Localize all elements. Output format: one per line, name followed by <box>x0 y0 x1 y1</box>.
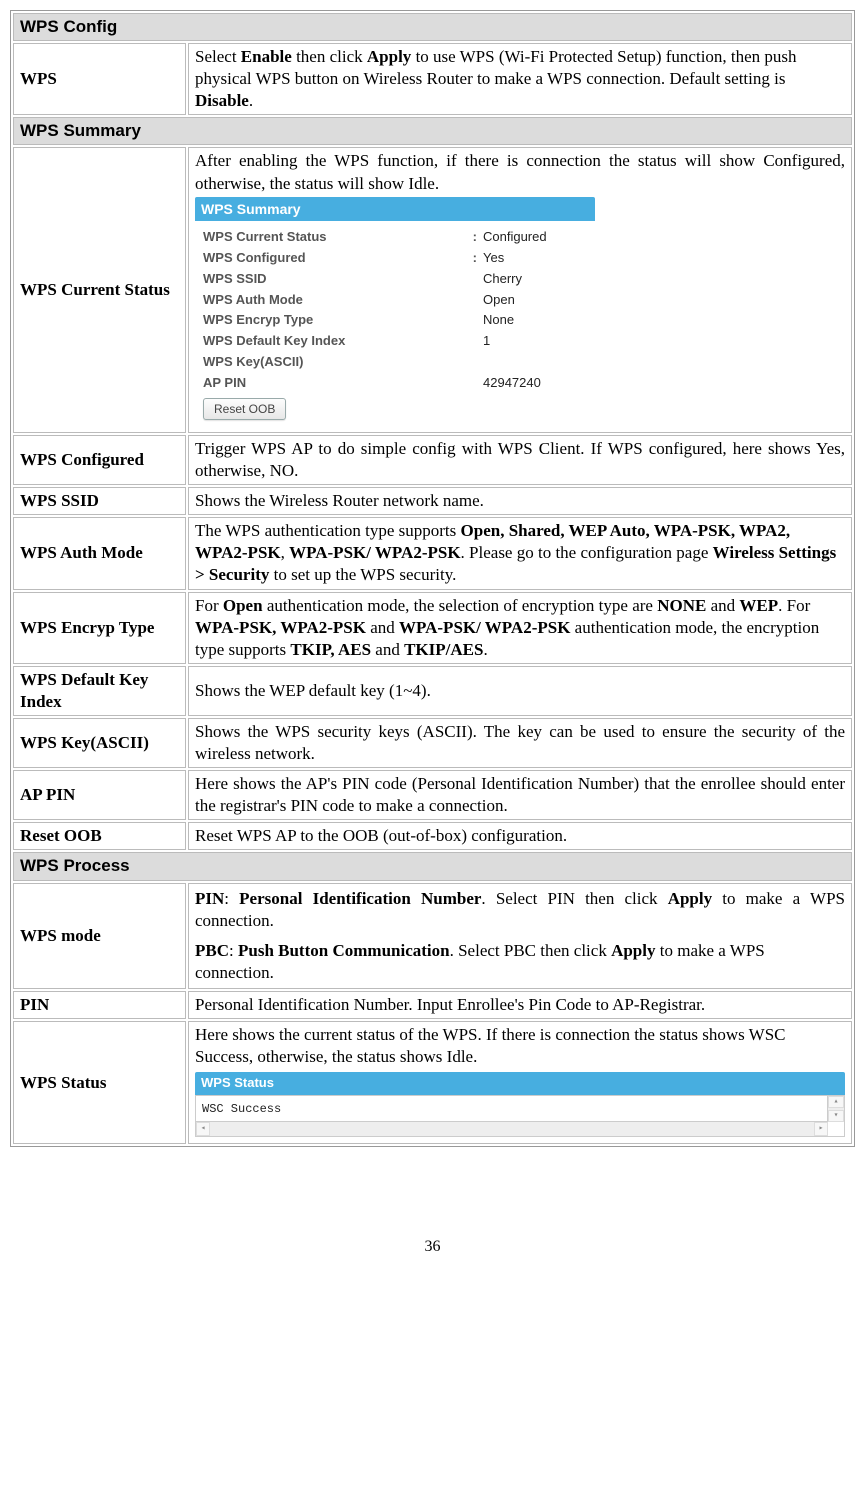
panel-value: 42947240 <box>483 375 541 392</box>
wps-status-intro: Here shows the current status of the WPS… <box>195 1024 845 1068</box>
panel-value: 1 <box>483 333 490 350</box>
scroll-right-icon[interactable]: ▸ <box>814 1122 828 1136</box>
panel-label: WPS SSID <box>203 271 483 288</box>
label-wps-status: WPS Status <box>13 1021 186 1144</box>
scroll-up-icon[interactable]: ▴ <box>828 1096 844 1108</box>
desc-wps: Select Enable then click Apply to use WP… <box>188 43 852 115</box>
label-wps: WPS <box>13 43 186 115</box>
scrollbar-vertical[interactable]: ▴ ▾ <box>827 1096 844 1122</box>
panel-value: Open <box>483 292 515 309</box>
desc-wps-current-status: After enabling the WPS function, if ther… <box>188 147 852 433</box>
panel-label: WPS Default Key Index <box>203 333 483 350</box>
scroll-down-icon[interactable]: ▾ <box>828 1110 844 1122</box>
label-wps-auth-mode: WPS Auth Mode <box>13 517 186 589</box>
label-wps-current-status: WPS Current Status <box>13 147 186 433</box>
panel-value: None <box>483 312 514 329</box>
panel-label: WPS Current Status <box>203 229 483 246</box>
label-wps-configured: WPS Configured <box>13 435 186 485</box>
panel-label: WPS Configured <box>203 250 483 267</box>
desc-reset-oob: Reset WPS AP to the OOB (out-of-box) con… <box>188 822 852 850</box>
label-wps-encryp-type: WPS Encryp Type <box>13 592 186 664</box>
scroll-left-icon[interactable]: ◂ <box>196 1122 210 1136</box>
desc-wps-default-key: Shows the WEP default key (1~4). <box>188 666 852 716</box>
documentation-table: WPS Config WPS Select Enable then click … <box>10 10 855 1147</box>
desc-wps-status: Here shows the current status of the WPS… <box>188 1021 852 1144</box>
label-wps-default-key: WPS Default Key Index <box>13 666 186 716</box>
panel-title-wps-status: WPS Status <box>195 1072 845 1095</box>
scrollbar-horizontal[interactable]: ◂ ▸ <box>196 1121 828 1136</box>
label-pin: PIN <box>13 991 186 1019</box>
wps-status-textarea[interactable]: WSC Success ▴ ▾ ◂ ▸ <box>195 1095 845 1137</box>
desc-wps-key-ascii: Shows the WPS security keys (ASCII). The… <box>188 718 852 768</box>
label-wps-mode: WPS mode <box>13 883 186 989</box>
desc-wps-auth-mode: The WPS authentication type supports Ope… <box>188 517 852 589</box>
label-wps-key-ascii: WPS Key(ASCII) <box>13 718 186 768</box>
panel-value: Cherry <box>483 271 522 288</box>
desc-wps-ssid: Shows the Wireless Router network name. <box>188 487 852 515</box>
label-ap-pin: AP PIN <box>13 770 186 820</box>
desc-wps-configured: Trigger WPS AP to do simple config with … <box>188 435 852 485</box>
panel-value: Yes <box>483 250 504 267</box>
page-number: 36 <box>10 1237 855 1258</box>
desc-ap-pin: Here shows the AP's PIN code (Personal I… <box>188 770 852 820</box>
panel-value: Configured <box>483 229 547 246</box>
wps-summary-panel: WPS Summary WPS Current StatusConfigured… <box>195 197 595 426</box>
panel-label: AP PIN <box>203 375 483 392</box>
section-wps-process: WPS Process <box>13 852 852 880</box>
current-status-intro: After enabling the WPS function, if ther… <box>195 150 845 194</box>
label-wps-ssid: WPS SSID <box>13 487 186 515</box>
panel-title-wps-summary: WPS Summary <box>195 197 595 221</box>
label-reset-oob: Reset OOB <box>13 822 186 850</box>
panel-label: WPS Key(ASCII) <box>203 354 483 371</box>
section-wps-summary: WPS Summary <box>13 117 852 145</box>
section-wps-config: WPS Config <box>13 13 852 41</box>
wps-status-panel: WPS Status WSC Success ▴ ▾ ◂ ▸ <box>195 1072 845 1137</box>
reset-oob-button[interactable]: Reset OOB <box>203 398 286 420</box>
panel-label: WPS Auth Mode <box>203 292 483 309</box>
panel-label: WPS Encryp Type <box>203 312 483 329</box>
desc-pin: Personal Identification Number. Input En… <box>188 991 852 1019</box>
desc-wps-encryp-type: For Open authentication mode, the select… <box>188 592 852 664</box>
wps-status-value: WSC Success <box>202 1102 281 1116</box>
desc-wps-mode: PIN: Personal Identification Number. Sel… <box>188 883 852 989</box>
